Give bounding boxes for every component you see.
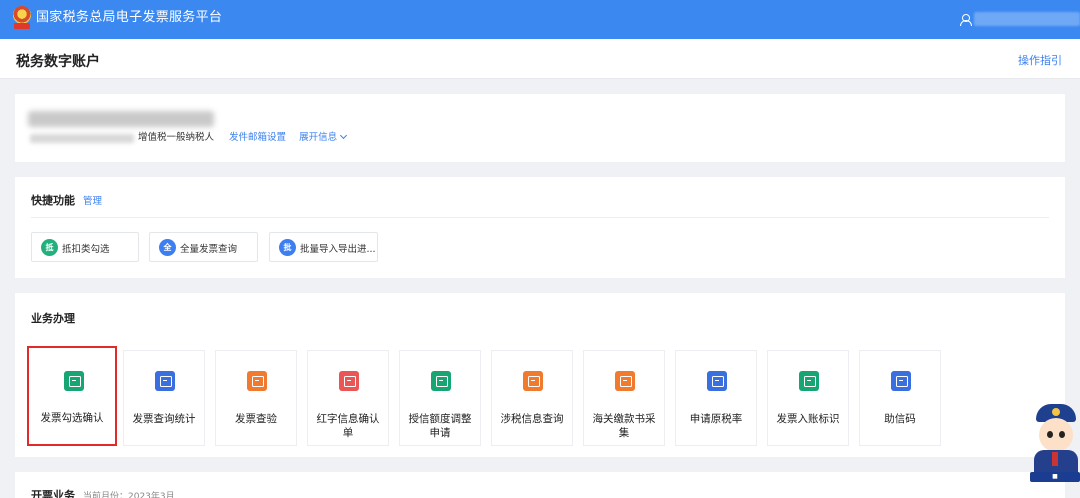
quick-item-deduction-select[interactable]: 抵 抵扣类勾选 (31, 232, 139, 262)
site-title: 国家税务总局电子发票服务平台 (36, 10, 223, 25)
mark-icon (799, 371, 819, 391)
quick-functions-card: 快捷功能 管理 抵 抵扣类勾选 全 全量发票查询 批 批量导入导出进... (15, 177, 1065, 278)
mascot-eye (1047, 431, 1053, 438)
tax-officer-mascot[interactable]: ■ (1030, 404, 1080, 498)
operation-guide-link[interactable]: 操作指引 (1018, 52, 1062, 68)
tile-apply-original-rate[interactable]: 申请原税率 (675, 350, 757, 446)
quick-item-label: 抵扣类勾选 (62, 244, 110, 255)
mail-setting-link[interactable]: 发件邮箱设置 (229, 132, 286, 143)
page-title: 税务数字账户 (16, 54, 100, 70)
invoice-verify-icon (247, 371, 267, 391)
tile-label: 发票入账标识 (776, 413, 840, 425)
tile-label: 红字信息确认单 (316, 413, 380, 439)
search-document-icon (155, 371, 175, 391)
red-form-icon (339, 371, 359, 391)
national-emblem-icon (12, 6, 32, 30)
business-title: 业务办理 (31, 312, 75, 325)
tile-label: 海关缴款书采集 (592, 413, 656, 439)
deduction-badge-icon: 抵 (41, 239, 58, 256)
mascot-tie (1052, 452, 1058, 466)
account-card: 增值税一般纳税人 发件邮箱设置 展开信息 (15, 94, 1065, 162)
chevron-down-icon (340, 131, 348, 140)
expand-info-link[interactable]: 展开信息 (299, 131, 348, 143)
user-name-redacted[interactable] (974, 12, 1080, 26)
divider (31, 217, 1049, 218)
tile-invoice-verify[interactable]: 发票查验 (215, 350, 297, 446)
tile-invoice-select-confirm[interactable]: 发票勾选确认 (27, 346, 117, 446)
tile-red-info-confirm[interactable]: 红字信息确认单 (307, 350, 389, 446)
quick-item-full-invoice-query[interactable]: 全 全量发票查询 (149, 232, 258, 262)
qr-code-icon (891, 371, 911, 391)
user-icon[interactable] (960, 14, 972, 26)
tile-credit-limit-adjust[interactable]: 授信额度调整申请 (399, 350, 481, 446)
tile-invoice-query-stats[interactable]: 发票查询统计 (123, 350, 205, 446)
invoicing-title: 开票业务 (31, 489, 75, 498)
tile-invoice-entry-mark[interactable]: 发票入账标识 (767, 350, 849, 446)
mascot-face (1039, 418, 1073, 452)
clipboard-icon (707, 371, 727, 391)
batch-badge-icon: 批 (279, 239, 296, 256)
search-screen-icon (523, 371, 543, 391)
tile-label: 发票查验 (235, 413, 277, 425)
top-bar: 国家税务总局电子发票服务平台 (0, 0, 1080, 39)
taxpayer-id-redacted (30, 134, 134, 143)
tile-label: 发票勾选确认 (40, 412, 104, 424)
business-card: 业务办理 发票勾选确认 发票查询统计 发票查验 红字信息确认单 授信额度调整申请… (15, 293, 1065, 457)
tile-tax-info-query[interactable]: 涉税信息查询 (491, 350, 573, 446)
tile-label: 发票查询统计 (132, 413, 196, 425)
tile-customs-payment-collect[interactable]: 海关缴款书采集 (583, 350, 665, 446)
tile-label: 申请原税率 (689, 413, 743, 425)
page-header: 税务数字账户 操作指引 (0, 39, 1080, 79)
account-info-line: 增值税一般纳税人 发件邮箱设置 展开信息 (138, 131, 356, 144)
taxpayer-name-redacted (28, 111, 214, 127)
manage-link[interactable]: 管理 (83, 193, 102, 207)
mascot-eye (1059, 431, 1065, 438)
ticket-icon (64, 371, 84, 391)
quick-functions-title: 快捷功能 (31, 194, 75, 207)
edit-document-icon (431, 371, 451, 391)
full-query-badge-icon: 全 (159, 239, 176, 256)
taxpayer-type: 增值税一般纳税人 (138, 132, 215, 143)
expand-info-label: 展开信息 (299, 132, 338, 143)
invoicing-card: 开票业务 当前月份：2023年3月 (15, 472, 1065, 498)
mascot-tag: ■ (1030, 472, 1080, 482)
quick-item-batch-import-export[interactable]: 批 批量导入导出进... (269, 232, 378, 262)
cap-badge-icon (1052, 408, 1060, 416)
tile-label: 助信码 (884, 413, 916, 425)
tile-label: 涉税信息查询 (500, 413, 564, 425)
current-month: 当前月份：2023年3月 (83, 492, 175, 498)
tile-credit-code[interactable]: 助信码 (859, 350, 941, 446)
customs-document-icon (615, 371, 635, 391)
quick-item-label: 全量发票查询 (180, 244, 238, 255)
quick-item-label: 批量导入导出进... (300, 244, 376, 255)
tile-label: 授信额度调整申请 (408, 413, 472, 439)
